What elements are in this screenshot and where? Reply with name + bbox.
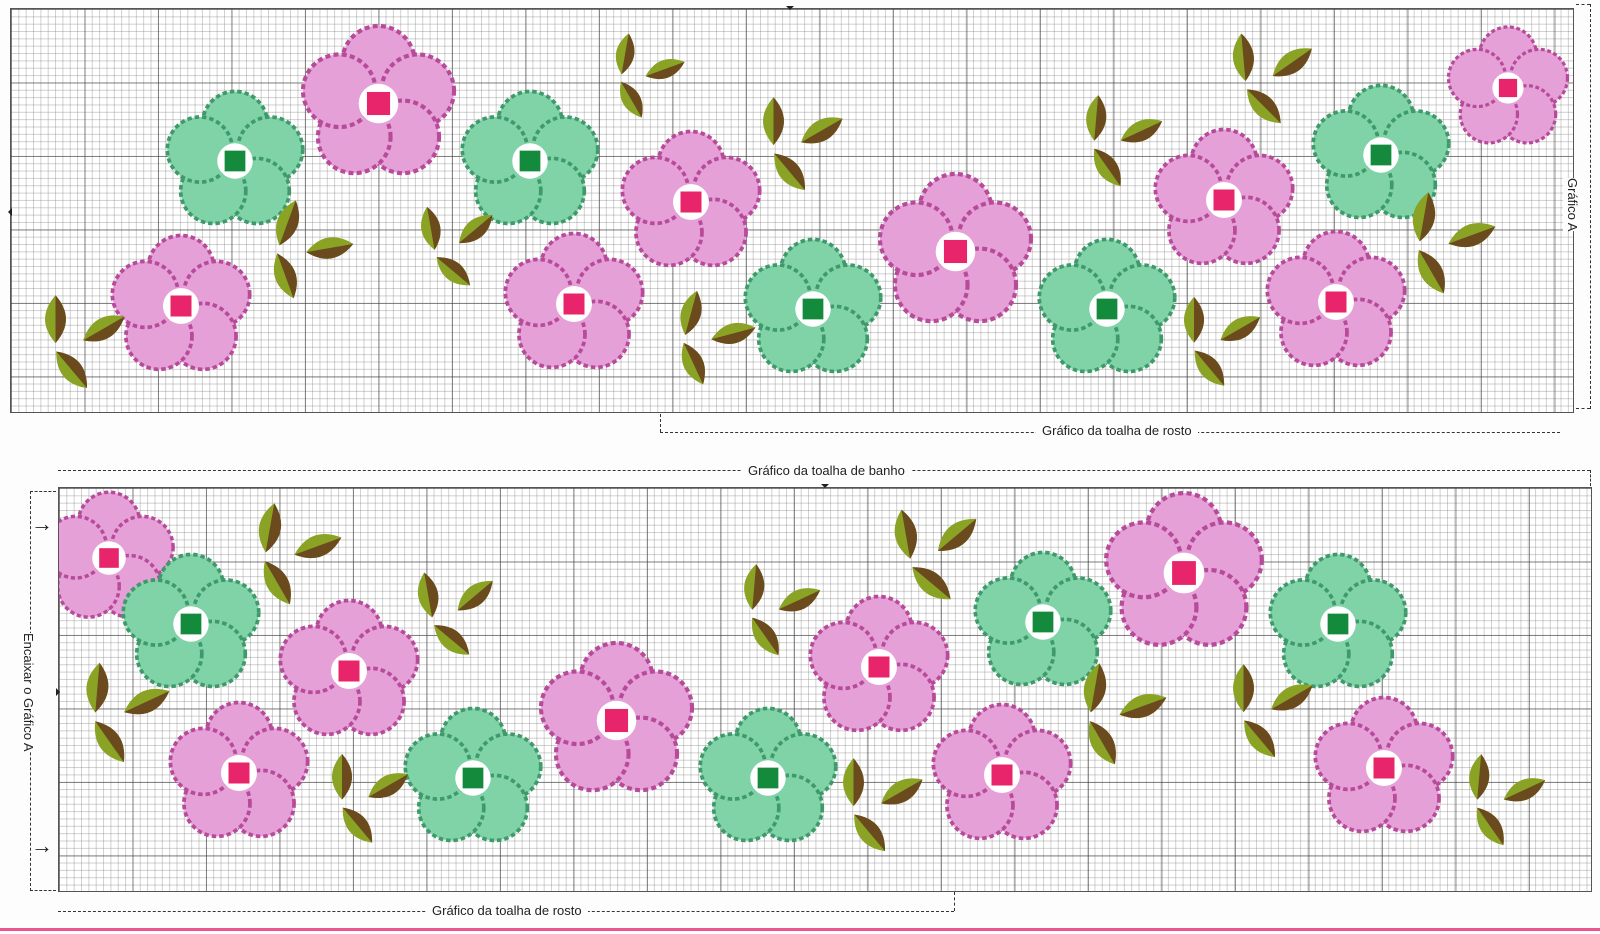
leaf-motif (1444, 748, 1554, 863)
arrow-right-icon: → (31, 511, 53, 536)
bath-towel-label: Gráfico da toalha de banho (742, 463, 911, 478)
leaf-motif (403, 195, 508, 305)
chart-a-label: Gráfico A (1563, 178, 1582, 232)
pink-flower-motif (534, 638, 699, 808)
chart-b-grid (58, 487, 1592, 892)
page-accent-rule (0, 928, 1600, 931)
leaf-motif (1161, 289, 1271, 404)
leaf-motif (21, 287, 136, 407)
pink-flower-motif (296, 21, 461, 191)
diamond-marker-icon (821, 484, 829, 492)
leaf-motif (1383, 187, 1503, 312)
leaf-motif (874, 496, 994, 621)
leaf-motif (1054, 658, 1174, 783)
pink-flower-motif (1309, 693, 1459, 848)
leaf-motif (309, 746, 419, 861)
arrow-right-icon: → (31, 833, 53, 858)
chart-a-side-guide-bottom (1576, 408, 1590, 409)
leaf-motif (739, 89, 854, 209)
leaf-motif (1209, 656, 1324, 776)
leaf-motif (59, 656, 179, 781)
face-towel-bottom-label: Gráfico da toalha de rosto (426, 903, 588, 918)
pink-flower-motif (499, 229, 649, 384)
bath-towel-guide-end (1590, 470, 1591, 486)
leaf-motif (719, 558, 829, 673)
mint-flower-motif (399, 704, 547, 857)
face-towel-top-guide-start (660, 414, 661, 432)
pink-flower-motif (1443, 23, 1573, 158)
chart-a-side-guide-top (1576, 4, 1590, 5)
fit-chart-a-label: Encaixar o Gráfico A (19, 633, 38, 752)
face-towel-bottom-guide-end (954, 892, 955, 911)
chart-a-side-guide (1590, 4, 1591, 409)
pink-flower-motif (873, 169, 1038, 339)
diamond-marker-icon (4, 208, 12, 216)
leaf-motif (1211, 23, 1326, 143)
leaf-motif (243, 197, 358, 317)
leaf-motif (229, 498, 349, 623)
pink-flower-motif (1099, 488, 1269, 663)
leaf-motif (591, 29, 691, 134)
leaf-motif (1061, 89, 1171, 204)
chart-a-grid (10, 8, 1574, 413)
fit-chart-a-guide-top (30, 491, 56, 492)
leaf-motif (819, 750, 934, 870)
diamond-marker-icon (786, 6, 794, 14)
leaf-motif (399, 560, 509, 675)
pink-flower-motif (164, 698, 314, 853)
mint-flower-motif (739, 235, 887, 388)
diamond-marker-icon (56, 688, 64, 696)
fit-chart-a-guide-bottom (30, 890, 56, 891)
face-towel-top-label: Gráfico da toalha de rosto (1036, 423, 1198, 438)
leaf-motif (651, 287, 761, 402)
